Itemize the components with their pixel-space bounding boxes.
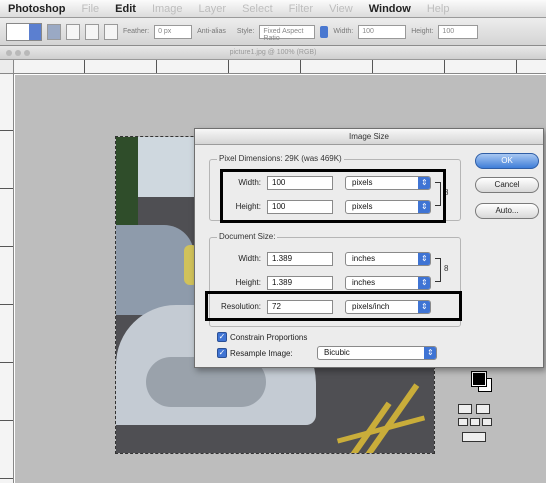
- feather-label: Feather:: [123, 28, 150, 35]
- antialias-checkbox[interactable]: Anti-alias: [197, 28, 226, 35]
- menu-filter[interactable]: Filter: [289, 3, 313, 15]
- quick-mask-mode-icon[interactable]: [476, 404, 490, 414]
- screen-mode-standard-icon[interactable]: [458, 418, 468, 426]
- menu-layer[interactable]: Layer: [199, 3, 227, 15]
- menu-help[interactable]: Help: [427, 3, 450, 15]
- tool-preset-picker[interactable]: [6, 22, 42, 41]
- menu-app-name[interactable]: Photoshop: [8, 3, 65, 15]
- menu-view[interactable]: View: [329, 3, 353, 15]
- ok-button[interactable]: OK: [475, 153, 539, 169]
- popup-arrows-icon: [424, 347, 436, 359]
- popup-arrows-icon: [418, 277, 430, 289]
- feather-input[interactable]: 0 px: [154, 24, 193, 39]
- highlight-resolution: [205, 291, 462, 321]
- color-swatches: [456, 371, 496, 450]
- style-label: Style:: [236, 28, 255, 35]
- menu-window[interactable]: Window: [369, 3, 411, 15]
- photo-car: [116, 225, 194, 315]
- jump-to-imageready-icon[interactable]: [462, 432, 486, 442]
- resample-image-checkbox[interactable]: ✓ Resample Image:: [217, 348, 293, 358]
- doc-width-unit-value: inches: [352, 254, 376, 263]
- minimize-window-icon[interactable]: [15, 50, 21, 56]
- doc-height-unit-value: inches: [352, 278, 376, 287]
- subtract-selection-button[interactable]: [85, 23, 99, 40]
- menu-edit[interactable]: Edit: [115, 3, 136, 15]
- doc-width-input[interactable]: 1.389: [267, 252, 333, 266]
- constrain-proportions-checkbox[interactable]: ✓ Constrain Proportions: [217, 332, 307, 342]
- resample-method-select[interactable]: Bicubic: [317, 346, 437, 360]
- image-size-dialog: Image Size Pixel Dimensions: 29K (was 46…: [194, 128, 544, 368]
- standard-mode-icon[interactable]: [458, 404, 472, 414]
- close-window-icon[interactable]: [6, 50, 12, 56]
- height-input[interactable]: 100: [438, 24, 479, 39]
- checkmark-icon: ✓: [217, 348, 227, 358]
- style-select[interactable]: Fixed Aspect Ratio: [259, 24, 316, 42]
- horizontal-ruler[interactable]: [14, 60, 546, 74]
- add-selection-button[interactable]: [66, 23, 80, 40]
- screen-mode-full-icon[interactable]: [482, 418, 492, 426]
- intersect-selection-button[interactable]: [104, 23, 118, 40]
- checkmark-icon: ✓: [217, 332, 227, 342]
- cancel-button[interactable]: Cancel: [475, 177, 539, 193]
- highlight-pixel-dimensions: [220, 169, 446, 223]
- auto-button[interactable]: Auto...: [475, 203, 539, 219]
- doc-link-bracket: [435, 258, 441, 282]
- options-bar: Feather: 0 px Anti-alias Style: Fixed As…: [0, 18, 546, 46]
- zoom-window-icon[interactable]: [24, 50, 30, 56]
- menu-bar: Photoshop File Edit Image Layer Select F…: [0, 0, 546, 18]
- ruler-corner[interactable]: [0, 60, 14, 74]
- height-label: Height:: [411, 28, 434, 35]
- popup-arrows-icon: [418, 253, 430, 265]
- chain-link-icon: 8: [444, 264, 449, 273]
- constrain-proportions-label: Constrain Proportions: [230, 332, 308, 342]
- resample-method-value: Bicubic: [324, 348, 350, 357]
- window-controls: [6, 50, 30, 56]
- pixel-dimensions-label: Pixel Dimensions: 29K (was 469K): [217, 154, 344, 163]
- doc-height-input[interactable]: 1.389: [267, 276, 333, 290]
- doc-height-label: Height:: [235, 278, 261, 287]
- doc-width-label: Width:: [238, 254, 261, 263]
- photo-trees: [116, 137, 138, 227]
- foreground-color-swatch[interactable]: [471, 371, 487, 387]
- document-size-label: Document Size:: [217, 232, 278, 241]
- width-label: Width:: [333, 28, 354, 35]
- menu-file[interactable]: File: [81, 3, 99, 15]
- doc-width-unit-select[interactable]: inches: [345, 252, 431, 266]
- dialog-title: Image Size: [195, 129, 543, 145]
- new-selection-button[interactable]: [47, 23, 61, 40]
- vertical-ruler[interactable]: [0, 74, 14, 483]
- style-dropdown-arrow-icon[interactable]: [320, 25, 329, 38]
- screen-mode-menu-icon[interactable]: [470, 418, 480, 426]
- menu-select[interactable]: Select: [242, 3, 273, 15]
- resample-image-label: Resample Image:: [230, 348, 293, 358]
- menu-image[interactable]: Image: [152, 3, 183, 15]
- document-title: picture1.jpg @ 100% (RGB): [0, 46, 546, 60]
- doc-height-unit-select[interactable]: inches: [345, 276, 431, 290]
- width-input[interactable]: 100: [358, 24, 407, 39]
